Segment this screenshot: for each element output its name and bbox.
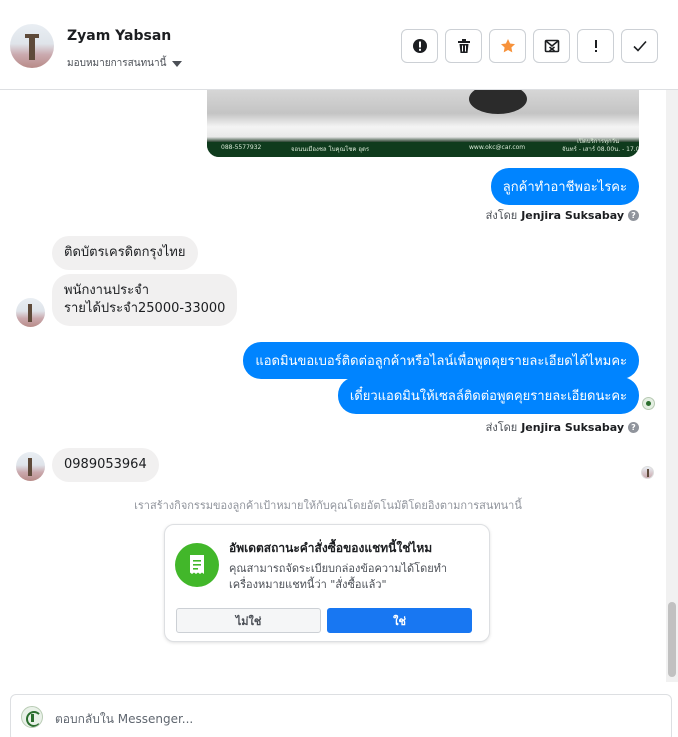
reply-input[interactable]: ตอบกลับใน Messenger... — [55, 710, 193, 729]
delete-button[interactable] — [445, 29, 482, 63]
image-hours: จันทร์ - เสาร์ 08.00น. - 17.00 — [562, 146, 639, 153]
image-page: จอนนเมืองชล โบคุณโชค อุดร — [291, 146, 370, 153]
star-button[interactable] — [489, 29, 526, 63]
message-line: รายได้ประจำ25000-33000 — [64, 301, 226, 316]
message-bubble-incoming[interactable]: ติดบัตรเครดิตกรุงไทย — [52, 236, 198, 270]
system-note: เราสร้างกิจกรรมของลูกค้าเป้าหมายให้กับคุ… — [134, 499, 522, 512]
sent-by-prefix: ส่งโดย — [485, 209, 518, 222]
info-icon[interactable]: ? — [628, 421, 639, 433]
chat-scrollbar[interactable] — [666, 90, 678, 682]
reply-composer[interactable]: ตอบกลับใน Messenger... — [10, 694, 672, 737]
message-bubble-outgoing[interactable]: เดี๋ยวแอดมินให้เซลล์ติดต่อพูดคุยรายละเอี… — [337, 377, 639, 414]
message-bubble-outgoing[interactable]: ลูกค้าทำอาชีพอะไรคะ — [490, 168, 639, 205]
image-web: www.okc@car.com — [469, 144, 526, 151]
checkmark-icon — [632, 40, 647, 52]
alert-circle-icon — [412, 39, 427, 53]
assign-conversation-dropdown[interactable]: มอบหมายการสนทนานี้ — [67, 56, 183, 71]
star-icon — [500, 39, 515, 53]
shared-car-image[interactable]: 088-5577932 จอนนเมืองชล โบคุณโชค อุดร ww… — [207, 90, 639, 157]
order-receipt-icon — [175, 543, 219, 587]
seen-indicator-icon — [642, 397, 655, 410]
trash-icon — [457, 39, 470, 53]
info-icon[interactable]: ? — [628, 209, 639, 221]
yes-button[interactable]: ใช่ — [327, 608, 472, 633]
spam-icon — [544, 39, 559, 53]
sent-by-name: Jenjira Suksabay — [521, 420, 624, 434]
contact-avatar-small[interactable] — [16, 298, 45, 327]
mark-spam-button[interactable] — [533, 29, 570, 63]
scrollbar-thumb[interactable] — [668, 602, 676, 677]
order-status-card: อัพเดตสถานะคำสั่งซื้อของแชทนี้ใช่ไหม คุณ… — [164, 524, 490, 642]
conversation-toolbar — [401, 29, 658, 63]
contact-avatar[interactable] — [10, 24, 54, 68]
sent-by-label: ส่งโดย Jenjira Suksabay ? — [486, 418, 639, 436]
card-title: อัพเดตสถานะคำสั่งซื้อของแชทนี้ใช่ไหม — [229, 541, 433, 555]
message-bubble-incoming[interactable]: 0989053964 — [52, 448, 159, 482]
message-bubble-incoming[interactable]: พนักงานประจำ รายได้ประจำ25000-33000 — [52, 274, 238, 326]
image-phone: 088-5577932 — [221, 144, 262, 151]
read-receipt-icon — [641, 466, 654, 479]
contact-avatar-small[interactable] — [16, 452, 45, 481]
message-thread: 088-5577932 จอนนเมืองชล โบคุณโชค อุดร ww… — [0, 90, 666, 682]
conversation-header: Zyam Yabsan มอบหมายการสนทนานี้ — [0, 0, 678, 90]
assign-label: มอบหมายการสนทนานี้ — [67, 58, 167, 69]
message-bubble-outgoing[interactable]: แอดมินขอเบอร์ติดต่อลูกค้าหรือไลน์เพื่อพู… — [243, 342, 639, 379]
message-line: พนักงานประจำ — [64, 283, 149, 298]
follow-up-button[interactable] — [577, 29, 614, 63]
page-logo-icon — [21, 706, 43, 728]
exclamation-icon — [594, 40, 597, 52]
sent-by-name: Jenjira Suksabay — [521, 208, 624, 222]
no-button[interactable]: ไม่ใช่ — [176, 608, 321, 633]
mark-alert-button[interactable] — [401, 29, 438, 63]
caret-down-icon — [172, 60, 183, 67]
sent-by-label: ส่งโดย Jenjira Suksabay ? — [486, 206, 639, 224]
card-description: คุณสามารถจัดระเบียบกล่องข้อความได้โดยทำเ… — [229, 562, 448, 591]
mark-done-button[interactable] — [621, 29, 658, 63]
contact-name[interactable]: Zyam Yabsan — [67, 28, 171, 44]
sent-by-prefix: ส่งโดย — [485, 421, 518, 434]
